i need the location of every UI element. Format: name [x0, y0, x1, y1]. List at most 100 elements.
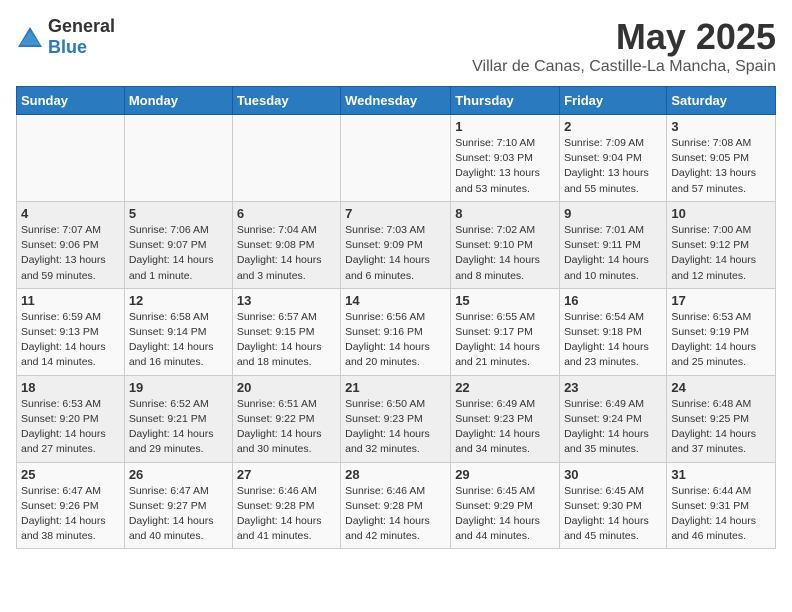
day-info: Sunrise: 7:02 AM Sunset: 9:10 PM Dayligh…: [455, 223, 555, 284]
calendar-header: SundayMondayTuesdayWednesdayThursdayFrid…: [17, 87, 776, 115]
day-info: Sunrise: 6:44 AM Sunset: 9:31 PM Dayligh…: [671, 484, 771, 545]
day-info: Sunrise: 7:03 AM Sunset: 9:09 PM Dayligh…: [345, 223, 446, 284]
day-info: Sunrise: 7:10 AM Sunset: 9:03 PM Dayligh…: [455, 136, 555, 197]
calendar-cell: 14 Sunrise: 6:56 AM Sunset: 9:16 PM Dayli…: [341, 288, 451, 375]
day-info: Sunrise: 7:08 AM Sunset: 9:05 PM Dayligh…: [671, 136, 771, 197]
calendar-cell: 4 Sunrise: 7:07 AM Sunset: 9:06 PM Daylig…: [17, 201, 125, 288]
day-number: 13: [237, 293, 336, 308]
day-info: Sunrise: 6:58 AM Sunset: 9:14 PM Dayligh…: [129, 310, 228, 371]
weekday-header: Sunday: [17, 87, 125, 115]
weekday-header: Wednesday: [341, 87, 451, 115]
day-number: 11: [21, 293, 120, 308]
calendar-cell: 28 Sunrise: 6:46 AM Sunset: 9:28 PM Dayli…: [341, 462, 451, 549]
day-number: 10: [671, 206, 771, 221]
day-info: Sunrise: 6:46 AM Sunset: 9:28 PM Dayligh…: [237, 484, 336, 545]
day-number: 30: [564, 467, 662, 482]
calendar-cell: 16 Sunrise: 6:54 AM Sunset: 9:18 PM Dayli…: [560, 288, 667, 375]
day-info: Sunrise: 7:07 AM Sunset: 9:06 PM Dayligh…: [21, 223, 120, 284]
day-number: 28: [345, 467, 446, 482]
day-number: 16: [564, 293, 662, 308]
calendar-cell: 18 Sunrise: 6:53 AM Sunset: 9:20 PM Dayli…: [17, 375, 125, 462]
day-number: 3: [671, 119, 771, 134]
day-info: Sunrise: 6:55 AM Sunset: 9:17 PM Dayligh…: [455, 310, 555, 371]
calendar-cell: 1 Sunrise: 7:10 AM Sunset: 9:03 PM Daylig…: [451, 115, 560, 202]
day-info: Sunrise: 6:47 AM Sunset: 9:26 PM Dayligh…: [21, 484, 120, 545]
weekday-header: Friday: [560, 87, 667, 115]
day-number: 12: [129, 293, 228, 308]
calendar-cell: 29Sunrise: 6:45 AM Sunset: 9:29 PM Dayli…: [451, 462, 560, 549]
calendar-cell: 20 Sunrise: 6:51 AM Sunset: 9:22 PM Dayli…: [232, 375, 340, 462]
day-info: Sunrise: 7:06 AM Sunset: 9:07 PM Dayligh…: [129, 223, 228, 284]
calendar-cell: [232, 115, 340, 202]
day-number: 19: [129, 380, 228, 395]
calendar-cell: [17, 115, 125, 202]
day-number: 8: [455, 206, 555, 221]
day-info: Sunrise: 6:48 AM Sunset: 9:25 PM Dayligh…: [671, 397, 771, 458]
day-number: 25: [21, 467, 120, 482]
month-title: May 2025: [472, 16, 776, 58]
location-title: Villar de Canas, Castille-La Mancha, Spa…: [472, 58, 776, 76]
day-number: 6: [237, 206, 336, 221]
day-number: 20: [237, 380, 336, 395]
day-info: Sunrise: 6:53 AM Sunset: 9:19 PM Dayligh…: [671, 310, 771, 371]
day-info: Sunrise: 6:47 AM Sunset: 9:27 PM Dayligh…: [129, 484, 228, 545]
calendar-cell: 23 Sunrise: 6:49 AM Sunset: 9:24 PM Dayli…: [560, 375, 667, 462]
day-number: 18: [21, 380, 120, 395]
day-info: Sunrise: 7:04 AM Sunset: 9:08 PM Dayligh…: [237, 223, 336, 284]
calendar-cell: 9Sunrise: 7:01 AM Sunset: 9:11 PM Daylig…: [560, 201, 667, 288]
day-number: 29: [455, 467, 555, 482]
calendar-cell: 22 Sunrise: 6:49 AM Sunset: 9:23 PM Dayli…: [451, 375, 560, 462]
day-info: Sunrise: 6:49 AM Sunset: 9:23 PM Dayligh…: [455, 397, 555, 458]
day-info: Sunrise: 6:54 AM Sunset: 9:18 PM Dayligh…: [564, 310, 662, 371]
day-number: 15: [455, 293, 555, 308]
calendar-cell: 5 Sunrise: 7:06 AM Sunset: 9:07 PM Daylig…: [124, 201, 232, 288]
calendar-cell: 27 Sunrise: 6:46 AM Sunset: 9:28 PM Dayli…: [232, 462, 340, 549]
calendar-cell: [341, 115, 451, 202]
weekday-header: Monday: [124, 87, 232, 115]
day-number: 24: [671, 380, 771, 395]
weekday-row: SundayMondayTuesdayWednesdayThursdayFrid…: [17, 87, 776, 115]
calendar-week-row: 11Sunrise: 6:59 AM Sunset: 9:13 PM Dayli…: [17, 288, 776, 375]
calendar-cell: 31Sunrise: 6:44 AM Sunset: 9:31 PM Dayli…: [667, 462, 776, 549]
calendar-cell: 21 Sunrise: 6:50 AM Sunset: 9:23 PM Dayli…: [341, 375, 451, 462]
calendar-cell: 8 Sunrise: 7:02 AM Sunset: 9:10 PM Daylig…: [451, 201, 560, 288]
title-area: May 2025 Villar de Canas, Castille-La Ma…: [472, 16, 776, 76]
logo-blue: Blue: [48, 37, 87, 57]
day-number: 21: [345, 380, 446, 395]
day-info: Sunrise: 6:52 AM Sunset: 9:21 PM Dayligh…: [129, 397, 228, 458]
day-info: Sunrise: 6:46 AM Sunset: 9:28 PM Dayligh…: [345, 484, 446, 545]
weekday-header: Saturday: [667, 87, 776, 115]
calendar-cell: 3 Sunrise: 7:08 AM Sunset: 9:05 PM Daylig…: [667, 115, 776, 202]
day-number: 27: [237, 467, 336, 482]
day-number: 14: [345, 293, 446, 308]
day-info: Sunrise: 6:50 AM Sunset: 9:23 PM Dayligh…: [345, 397, 446, 458]
calendar-cell: 17Sunrise: 6:53 AM Sunset: 9:19 PM Dayli…: [667, 288, 776, 375]
calendar-week-row: 4 Sunrise: 7:07 AM Sunset: 9:06 PM Daylig…: [17, 201, 776, 288]
day-number: 26: [129, 467, 228, 482]
calendar-body: 1 Sunrise: 7:10 AM Sunset: 9:03 PM Daylig…: [17, 115, 776, 549]
calendar-cell: 25 Sunrise: 6:47 AM Sunset: 9:26 PM Dayli…: [17, 462, 125, 549]
day-number: 5: [129, 206, 228, 221]
day-number: 1: [455, 119, 555, 134]
day-info: Sunrise: 6:57 AM Sunset: 9:15 PM Dayligh…: [237, 310, 336, 371]
day-info: Sunrise: 6:51 AM Sunset: 9:22 PM Dayligh…: [237, 397, 336, 458]
logo: General Blue: [16, 16, 115, 58]
day-number: 23: [564, 380, 662, 395]
calendar-cell: 10 Sunrise: 7:00 AM Sunset: 9:12 PM Dayli…: [667, 201, 776, 288]
calendar-week-row: 25 Sunrise: 6:47 AM Sunset: 9:26 PM Dayli…: [17, 462, 776, 549]
weekday-header: Thursday: [451, 87, 560, 115]
day-info: Sunrise: 6:53 AM Sunset: 9:20 PM Dayligh…: [21, 397, 120, 458]
day-info: Sunrise: 7:00 AM Sunset: 9:12 PM Dayligh…: [671, 223, 771, 284]
day-info: Sunrise: 6:49 AM Sunset: 9:24 PM Dayligh…: [564, 397, 662, 458]
calendar-week-row: 1 Sunrise: 7:10 AM Sunset: 9:03 PM Daylig…: [17, 115, 776, 202]
calendar-cell: 30Sunrise: 6:45 AM Sunset: 9:30 PM Dayli…: [560, 462, 667, 549]
logo-general: General: [48, 16, 115, 36]
day-number: 9: [564, 206, 662, 221]
logo-icon: [16, 25, 44, 49]
day-info: Sunrise: 6:56 AM Sunset: 9:16 PM Dayligh…: [345, 310, 446, 371]
day-number: 22: [455, 380, 555, 395]
calendar-week-row: 18 Sunrise: 6:53 AM Sunset: 9:20 PM Dayli…: [17, 375, 776, 462]
day-number: 4: [21, 206, 120, 221]
calendar-table: SundayMondayTuesdayWednesdayThursdayFrid…: [16, 86, 776, 549]
calendar-cell: 2Sunrise: 7:09 AM Sunset: 9:04 PM Daylig…: [560, 115, 667, 202]
